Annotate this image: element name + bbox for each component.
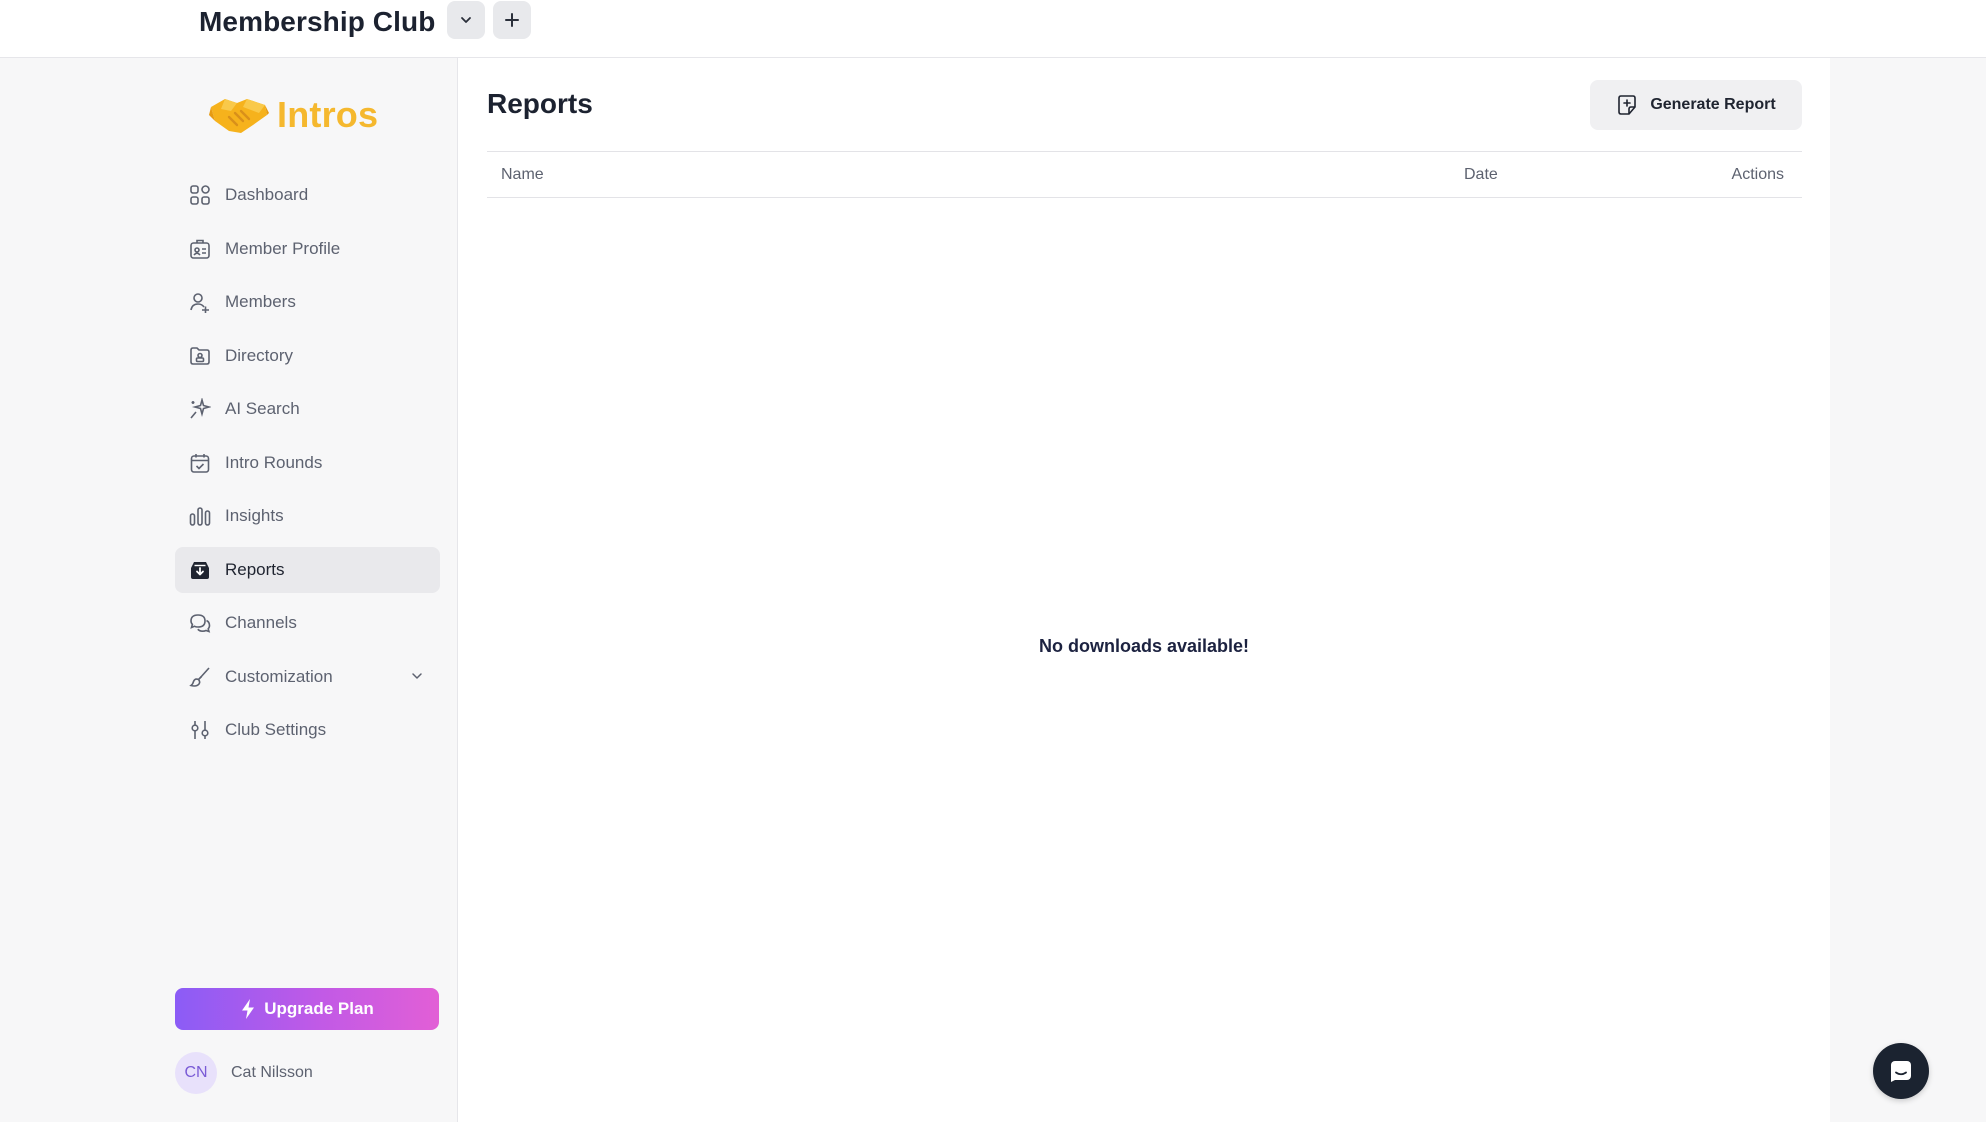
sidebar-item-label: Member Profile <box>225 238 341 258</box>
folder-user-icon <box>188 344 212 368</box>
sidebar-item-dashboard[interactable]: Dashboard <box>175 172 440 218</box>
sidebar-item-label: Dashboard <box>225 185 309 204</box>
sidebar-item-label: Directory <box>225 345 294 365</box>
sidebar-item-label: Insights <box>225 506 284 525</box>
sparkle-icon <box>188 397 212 421</box>
generate-report-button[interactable]: Generate Report <box>1590 80 1802 130</box>
club-switcher-button[interactable] <box>447 1 485 39</box>
bar-chart-icon <box>188 504 212 528</box>
sidebar-item-label: Intro Rounds <box>225 452 323 472</box>
sidebar-item-label: AI Search <box>225 399 300 418</box>
users-icon <box>188 290 212 314</box>
club-name: Membership Club <box>199 6 436 37</box>
empty-state-message: No downloads available! <box>1038 636 1250 656</box>
left-gutter <box>0 58 157 1122</box>
sidebar-item-channels[interactable]: Channels <box>175 600 440 646</box>
upgrade-plan-button[interactable]: Upgrade Plan <box>175 988 439 1030</box>
sidebar-item-directory[interactable]: Directory <box>175 333 440 379</box>
handshake-icon <box>209 99 269 133</box>
chevron-down-icon <box>410 669 424 688</box>
sidebar-item-members[interactable]: Members <box>175 279 440 325</box>
sidebar-item-label: Club Settings <box>225 720 327 739</box>
generate-report-label: Generate Report <box>1650 96 1776 113</box>
avatar: CN <box>175 1052 217 1094</box>
column-header-actions: Actions <box>1731 166 1784 183</box>
logo[interactable]: Intros <box>207 88 378 142</box>
page-title: Reports <box>487 88 593 119</box>
column-header-name[interactable]: Name <box>501 166 544 184</box>
logo-text: Intros <box>277 94 379 135</box>
sidebar-item-intro-rounds[interactable]: Intro Rounds <box>175 440 440 486</box>
grid-icon <box>188 183 212 207</box>
sidebar-item-label: Members <box>225 292 296 311</box>
plus-icon <box>505 13 519 27</box>
sidebar-item-club-settings[interactable]: Club Settings <box>175 707 440 753</box>
sidebar: Intros Dashboard Member Profile Members … <box>157 58 458 1122</box>
sidebar-item-reports[interactable]: Reports <box>175 546 440 593</box>
chat-widget-button[interactable] <box>1873 1043 1929 1099</box>
user-menu[interactable]: CN Cat Nilsson <box>175 1052 313 1094</box>
user-name: Cat Nilsson <box>231 1064 313 1081</box>
sidebar-item-customization[interactable]: Customization <box>175 654 440 700</box>
main-content: Reports Generate Report Name Date Action… <box>458 58 1830 1122</box>
top-bar: Membership Club <box>0 0 1986 58</box>
sidebar-item-label: Reports <box>225 559 285 579</box>
chat-bubbles-icon <box>188 611 212 635</box>
sidebar-item-label: Customization <box>225 666 333 686</box>
sidebar-nav: Dashboard Member Profile Members Directo… <box>175 172 440 761</box>
inbox-download-icon <box>188 558 212 582</box>
sliders-icon <box>188 718 212 742</box>
column-header-date[interactable]: Date <box>1464 166 1498 184</box>
lightning-icon <box>242 999 255 1019</box>
id-card-icon <box>188 237 212 261</box>
add-club-button[interactable] <box>493 1 531 39</box>
upgrade-plan-label: Upgrade Plan <box>264 999 374 1018</box>
right-gutter <box>1830 58 1986 1122</box>
sidebar-item-ai-search[interactable]: AI Search <box>175 386 440 432</box>
sidebar-item-member-profile[interactable]: Member Profile <box>175 226 440 272</box>
chat-icon <box>1891 1061 1911 1082</box>
sidebar-item-label: Channels <box>225 613 297 632</box>
reports-table-header: Name Date Actions <box>487 151 1802 198</box>
document-plus-icon <box>1618 95 1637 115</box>
calendar-check-icon <box>188 451 212 475</box>
chevron-down-icon <box>461 17 471 23</box>
brush-icon <box>188 665 212 689</box>
sidebar-item-insights[interactable]: Insights <box>175 493 440 539</box>
